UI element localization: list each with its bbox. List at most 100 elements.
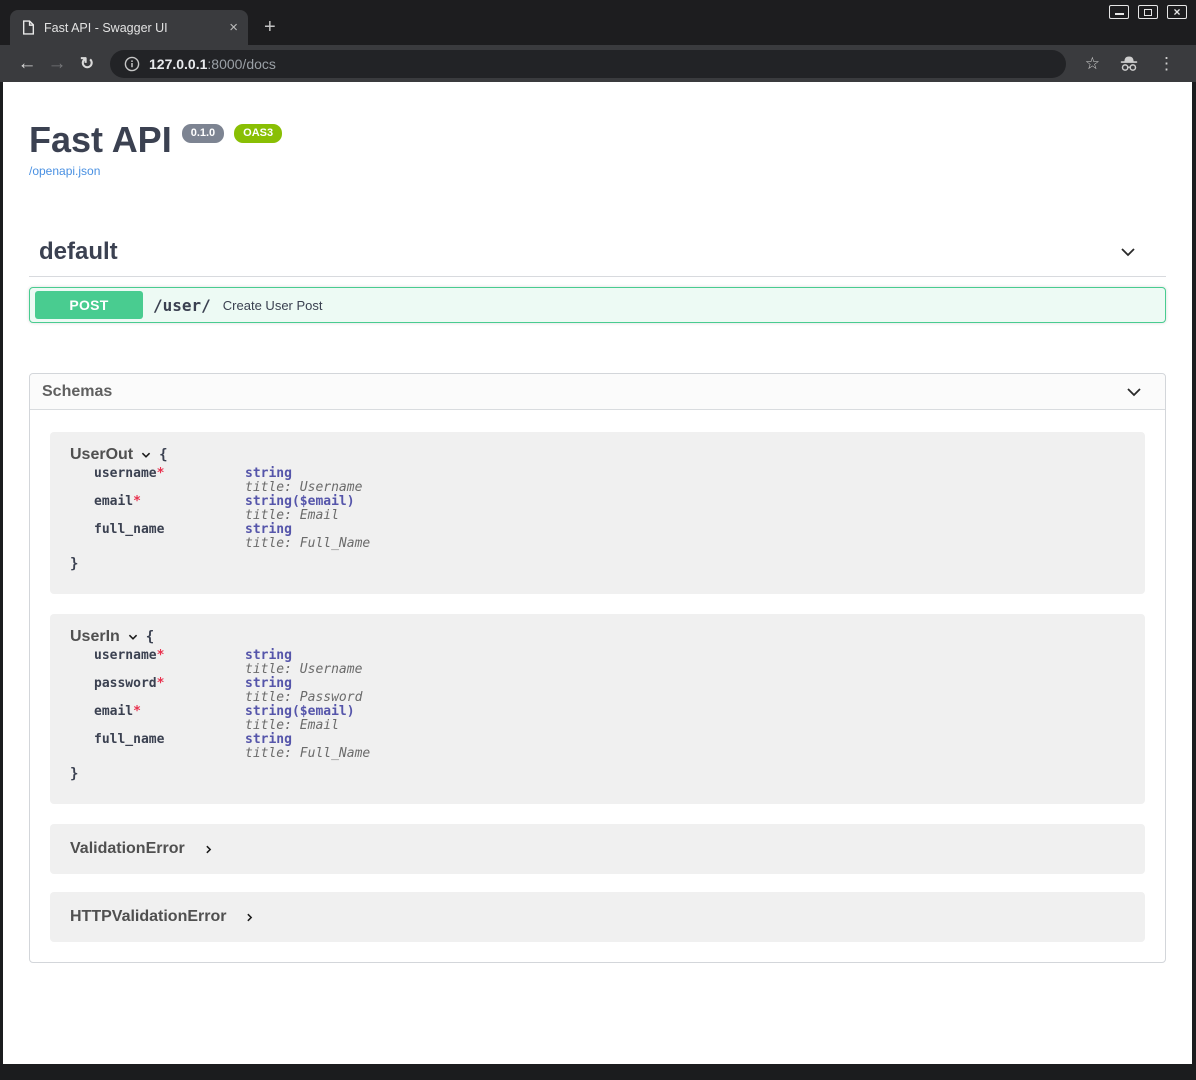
address-bar[interactable]: 127.0.0.1:8000/docs: [110, 50, 1066, 78]
property-type: string($email): [245, 705, 355, 719]
brace-close: }: [70, 766, 1125, 782]
tag-section-header[interactable]: default: [29, 234, 1166, 277]
chevron-down-icon[interactable]: [140, 449, 152, 461]
schemas-body: UserOut { username* stringtitle: Usernam…: [30, 410, 1165, 962]
property-name-text: username: [94, 648, 157, 663]
site-info-icon info-icon[interactable]: [124, 56, 140, 72]
property-title: title: Email: [245, 509, 355, 523]
required-asterisk: *: [157, 466, 165, 481]
model-userin-header[interactable]: UserIn {: [70, 628, 1125, 646]
property-definition: stringtitle: Password: [245, 677, 362, 705]
minimize-button minimize-icon[interactable]: [1109, 5, 1129, 19]
browser-toolbar: ← → ↻ 127.0.0.1:8000/docs ☆ ⋮: [0, 45, 1196, 82]
incognito-icon: [1118, 54, 1140, 73]
property-type: string: [245, 467, 362, 481]
model-userout-header[interactable]: UserOut {: [70, 446, 1125, 464]
back-button back-icon[interactable]: ←: [12, 54, 42, 73]
property-name-text: full_name: [94, 732, 164, 747]
url-host: 127.0.0.1: [149, 56, 207, 72]
page-icon: [22, 20, 35, 35]
maximize-glyph: [1144, 9, 1152, 16]
schemas-panel: Schemas UserOut {: [29, 373, 1166, 963]
property-title: title: Email: [245, 719, 355, 733]
property-type: string: [245, 649, 362, 663]
api-title: Fast API: [29, 122, 172, 158]
property-name: full_name: [94, 733, 245, 761]
property-title: title: Username: [245, 663, 362, 677]
close-window-button close-icon[interactable]: ×: [1167, 5, 1187, 19]
property-row: full_name stringtitle: Full_Name: [94, 523, 1125, 551]
property-row: password* stringtitle: Password: [94, 677, 1125, 705]
model-name: UserOut: [70, 446, 133, 464]
property-definition: string($email)title: Email: [245, 495, 355, 523]
swagger-page: Fast API 0.1.0 OAS3 /openapi.json defaul…: [0, 82, 1196, 1064]
required-asterisk: *: [133, 494, 141, 509]
api-info: Fast API 0.1.0 OAS3 /openapi.json: [29, 122, 1166, 180]
endpoint-summary: Create User Post: [223, 298, 323, 313]
model-name: ValidationError: [70, 840, 185, 858]
property-title: title: Full_Name: [245, 747, 370, 761]
property-row: email* string($email)title: Email: [94, 495, 1125, 523]
openapi-spec-link[interactable]: /openapi.json: [29, 164, 100, 178]
model-userin: UserIn { username* stringtitle: Username: [50, 614, 1145, 804]
minimize-glyph: [1115, 13, 1124, 15]
new-tab-button plus-icon[interactable]: +: [264, 17, 276, 37]
property-name-text: password: [94, 676, 157, 691]
close-icon[interactable]: ×: [229, 20, 238, 35]
chevron-down-icon[interactable]: [1118, 242, 1138, 262]
property-row: username* stringtitle: Username: [94, 467, 1125, 495]
property-row: full_name stringtitle: Full_Name: [94, 733, 1125, 761]
browser-window: Fast API - Swagger UI × + × ← → ↻ 127.0.…: [0, 0, 1196, 1080]
property-type: string: [245, 523, 370, 537]
model-validationerror[interactable]: ValidationError: [50, 824, 1145, 874]
opblock-post-user[interactable]: POST /user/ Create User Post: [29, 287, 1166, 323]
maximize-button maximize-icon[interactable]: [1138, 5, 1158, 19]
required-asterisk: *: [157, 676, 165, 691]
tag-name: default: [39, 238, 118, 266]
property-name-text: username: [94, 466, 157, 481]
bookmark-star-button star-icon[interactable]: ☆: [1085, 55, 1100, 72]
property-row: email* string($email)title: Email: [94, 705, 1125, 733]
property-definition: stringtitle: Username: [245, 467, 362, 495]
property-name: password*: [94, 677, 245, 705]
brace-open: {: [159, 447, 167, 463]
property-type: string: [245, 733, 370, 747]
brace-close: }: [70, 556, 1125, 572]
property-name: full_name: [94, 523, 245, 551]
property-title: title: Full_Name: [245, 537, 370, 551]
property-title: title: Password: [245, 691, 362, 705]
close-glyph: ×: [1173, 6, 1180, 18]
property-name: username*: [94, 467, 245, 495]
property-definition: stringtitle: Full_Name: [245, 733, 370, 761]
property-type: string: [245, 677, 362, 691]
url-path: :8000/docs: [207, 56, 276, 72]
property-row: username* stringtitle: Username: [94, 649, 1125, 677]
version-badge: 0.1.0: [182, 124, 224, 143]
menu-button kebab-menu-icon[interactable]: ⋮: [1158, 55, 1175, 72]
chevron-down-icon[interactable]: [1124, 382, 1144, 402]
property-name-text: full_name: [94, 522, 164, 537]
url-text: 127.0.0.1:8000/docs: [149, 56, 276, 72]
model-name: HTTPValidationError: [70, 908, 226, 926]
property-type: string($email): [245, 495, 355, 509]
browser-tab[interactable]: Fast API - Swagger UI ×: [10, 10, 248, 45]
property-definition: stringtitle: Full_Name: [245, 523, 370, 551]
model-name: UserIn: [70, 628, 120, 646]
forward-button forward-icon[interactable]: →: [42, 54, 72, 73]
post-method-badge: POST: [35, 291, 143, 319]
property-definition: stringtitle: Username: [245, 649, 362, 677]
model-httpvalidationerror[interactable]: HTTPValidationError: [50, 892, 1145, 942]
required-asterisk: *: [157, 648, 165, 663]
schemas-title: Schemas: [42, 383, 112, 401]
property-name-text: email: [94, 704, 133, 719]
brace-open: {: [146, 629, 154, 645]
property-name: email*: [94, 705, 245, 733]
model-userout: UserOut { username* stringtitle: Usernam…: [50, 432, 1145, 594]
chevron-right-icon[interactable]: [244, 912, 255, 923]
reload-button reload-icon[interactable]: ↻: [72, 55, 102, 72]
chevron-down-icon[interactable]: [127, 631, 139, 643]
property-definition: string($email)title: Email: [245, 705, 355, 733]
endpoint-path: /user/: [153, 296, 211, 315]
schemas-header[interactable]: Schemas: [30, 374, 1165, 410]
chevron-right-icon[interactable]: [203, 844, 214, 855]
